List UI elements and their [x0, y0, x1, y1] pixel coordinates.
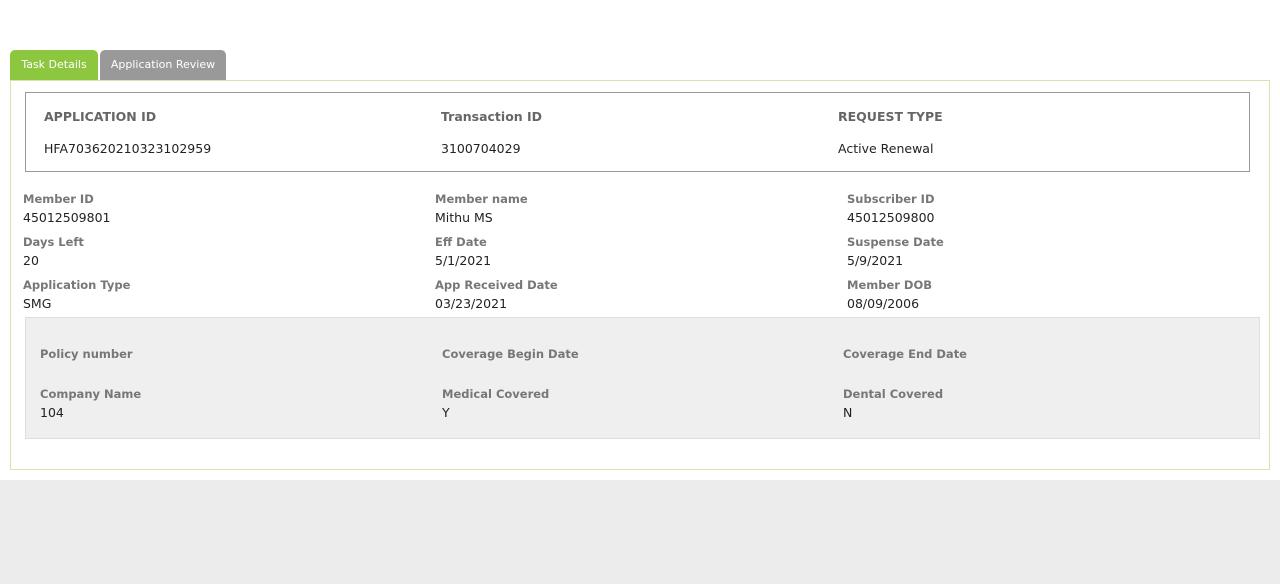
tab-bar: Task Details Application Review — [10, 50, 226, 80]
member-name-field: Member name Mithu MS — [435, 192, 528, 225]
days-left-value: 20 — [23, 253, 39, 268]
dental-covered-value: N — [843, 405, 853, 420]
dental-covered-field: Dental Covered N — [843, 387, 943, 420]
request-type-value: Active Renewal — [838, 141, 934, 156]
eff-date-label: Eff Date — [435, 235, 487, 249]
medical-covered-label: Medical Covered — [442, 387, 550, 401]
task-details-panel: APPLICATION ID HFA703620210323102959 Tra… — [10, 80, 1270, 470]
application-id-value: HFA703620210323102959 — [44, 141, 212, 156]
subscriber-id-field: Subscriber ID 45012509800 — [847, 192, 935, 225]
member-dob-value: 08/09/2006 — [847, 296, 920, 311]
coverage-end-date-label: Coverage End Date — [843, 347, 967, 361]
company-name-label: Company Name — [40, 387, 142, 401]
company-name-field: Company Name 104 — [40, 387, 141, 420]
member-dob-label: Member DOB — [847, 278, 933, 292]
application-summary-box: APPLICATION ID HFA703620210323102959 Tra… — [25, 92, 1250, 172]
dental-covered-label: Dental Covered — [843, 387, 944, 401]
suspense-date-value: 5/9/2021 — [847, 253, 904, 268]
member-id-value: 45012509801 — [23, 210, 111, 225]
policy-number-field: Policy number — [40, 347, 133, 365]
application-type-label: Application Type — [23, 278, 131, 292]
coverage-section: Policy number Coverage Begin Date Covera… — [25, 317, 1260, 439]
medical-covered-value: Y — [442, 405, 450, 420]
coverage-end-date-field: Coverage End Date — [843, 347, 967, 365]
coverage-begin-date-label: Coverage Begin Date — [442, 347, 579, 361]
member-name-value: Mithu MS — [435, 210, 493, 225]
coverage-begin-date-field: Coverage Begin Date — [442, 347, 579, 365]
application-type-field: Application Type SMG — [23, 278, 130, 311]
days-left-field: Days Left 20 — [23, 235, 84, 268]
member-name-label: Member name — [435, 192, 528, 206]
transaction-id-label: Transaction ID — [441, 109, 543, 124]
member-id-field: Member ID 45012509801 — [23, 192, 110, 225]
member-dob-field: Member DOB 08/09/2006 — [847, 278, 932, 311]
app-received-date-value: 03/23/2021 — [435, 296, 508, 311]
tab-application-review[interactable]: Application Review — [100, 50, 226, 80]
subscriber-id-label: Subscriber ID — [847, 192, 935, 206]
policy-number-label: Policy number — [40, 347, 133, 361]
page: Task Details Application Review APPLICAT… — [0, 0, 1280, 480]
member-id-label: Member ID — [23, 192, 94, 206]
eff-date-value: 5/1/2021 — [435, 253, 492, 268]
request-type-label: REQUEST TYPE — [838, 109, 943, 124]
suspense-date-field: Suspense Date 5/9/2021 — [847, 235, 944, 268]
subscriber-id-value: 45012509800 — [847, 210, 935, 225]
days-left-label: Days Left — [23, 235, 84, 249]
eff-date-field: Eff Date 5/1/2021 — [435, 235, 491, 268]
application-type-value: SMG — [23, 296, 52, 311]
tab-task-details[interactable]: Task Details — [10, 50, 98, 80]
app-received-date-field: App Received Date 03/23/2021 — [435, 278, 558, 311]
company-name-value: 104 — [40, 405, 64, 420]
transaction-id-value: 3100704029 — [441, 141, 521, 156]
suspense-date-label: Suspense Date — [847, 235, 944, 249]
medical-covered-field: Medical Covered Y — [442, 387, 549, 420]
application-id-label: APPLICATION ID — [44, 109, 157, 124]
app-received-date-label: App Received Date — [435, 278, 558, 292]
